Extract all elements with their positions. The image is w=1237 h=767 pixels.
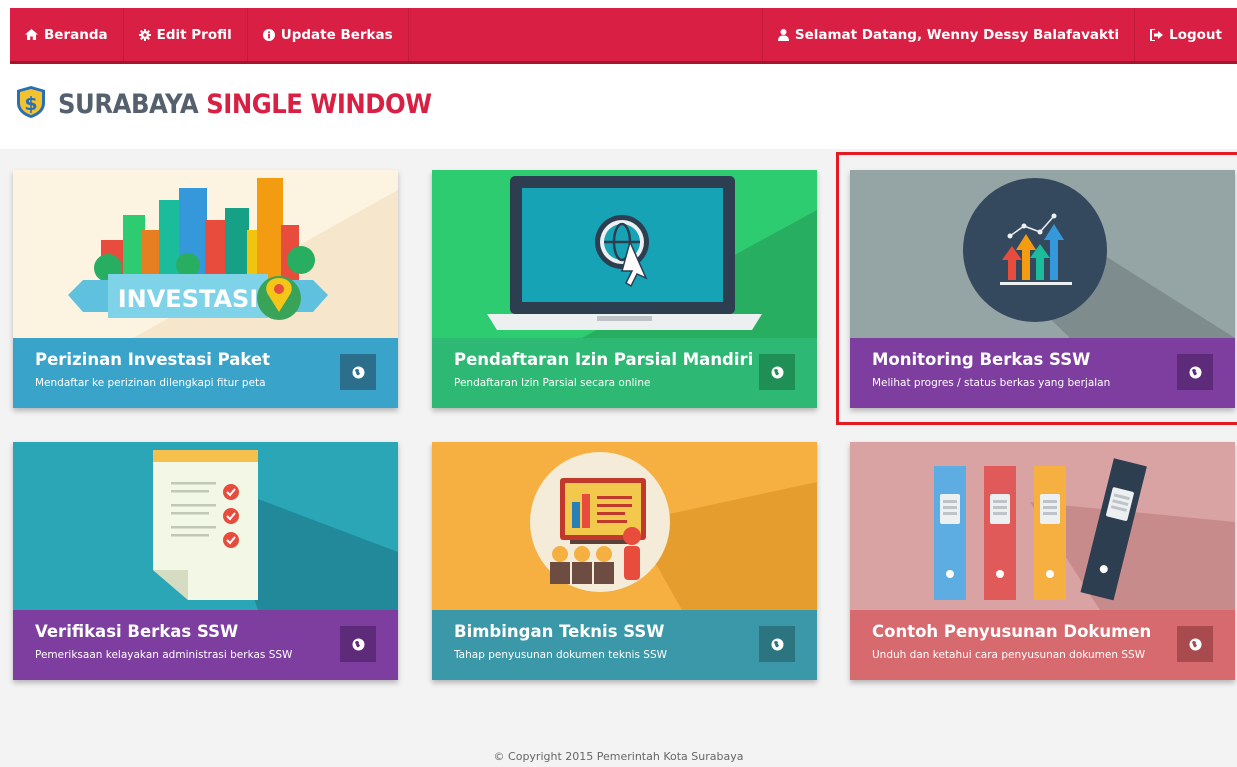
info-circle-icon	[262, 28, 275, 41]
site-logo[interactable]: $ SURABAYA SINGLE WINDOW	[14, 86, 473, 122]
card-perizinan-investasi[interactable]: INVESTASI Perizinan Investasi Paket Mend…	[13, 170, 398, 408]
nav-welcome-label: Selamat Datang, Wenny Dessy Balafavakti	[794, 26, 1120, 43]
nav-edit-profil[interactable]: Edit Profil	[124, 8, 248, 61]
globe-icon[interactable]	[1177, 354, 1213, 390]
footer-copyright: © Copyright 2015 Pemerintah Kota Surabay…	[493, 750, 744, 763]
card-verifikasi-berkas[interactable]: Verifikasi Berkas SSW Pemeriksaan kelaya…	[13, 442, 398, 680]
top-navbar: Beranda Edit Profil Update Berkas Selama…	[10, 8, 1237, 64]
globe-icon[interactable]	[340, 626, 376, 662]
brand-part-single-window: SINGLE WINDOW	[206, 88, 432, 120]
nav-logout[interactable]: Logout	[1134, 8, 1237, 61]
nav-update-berkas-label: Update Berkas	[280, 26, 393, 43]
city-emblem-icon: $	[14, 85, 48, 123]
laptop-globe-icon	[432, 170, 817, 338]
nav-welcome-user[interactable]: Selamat Datang, Wenny Dessy Balafavakti	[761, 8, 1134, 61]
globe-icon[interactable]	[759, 626, 795, 662]
globe-icon[interactable]	[759, 354, 795, 390]
card-bimbingan-teknis[interactable]: Bimbingan Teknis SSW Tahap penyusunan do…	[432, 442, 817, 680]
gear-icon	[138, 28, 151, 41]
card-monitoring-berkas[interactable]: Monitoring Berkas SSW Melihat progres / …	[850, 170, 1235, 408]
nav-beranda-label: Beranda	[44, 26, 108, 43]
brand-title: SURABAYA SINGLE WINDOW	[58, 89, 432, 120]
globe-icon[interactable]	[340, 354, 376, 390]
svg-text:$: $	[24, 93, 37, 115]
brand-part-surabaya: SURABAYA	[58, 88, 199, 120]
globe-icon[interactable]	[1177, 626, 1213, 662]
investasi-banner-text: INVESTASI	[118, 285, 259, 313]
chart-arrows-icon	[850, 170, 1235, 338]
presentation-icon	[432, 442, 817, 610]
home-icon	[25, 29, 38, 40]
card-contoh-dokumen[interactable]: Contoh Penyusunan Dokumen Unduh dan keta…	[850, 442, 1235, 680]
nav-beranda[interactable]: Beranda	[10, 8, 124, 61]
nav-update-berkas[interactable]: Update Berkas	[248, 8, 409, 61]
city-investasi-icon: INVESTASI	[13, 170, 398, 338]
binders-icon	[850, 442, 1235, 610]
user-icon	[777, 28, 789, 41]
card-pendaftaran-izin-parsial[interactable]: Pendaftaran Izin Parsial Mandiri Pendaft…	[432, 170, 817, 408]
sign-out-icon	[1150, 28, 1164, 41]
checklist-icon	[13, 442, 398, 610]
nav-logout-label: Logout	[1169, 26, 1222, 43]
nav-edit-profil-label: Edit Profil	[156, 26, 232, 43]
